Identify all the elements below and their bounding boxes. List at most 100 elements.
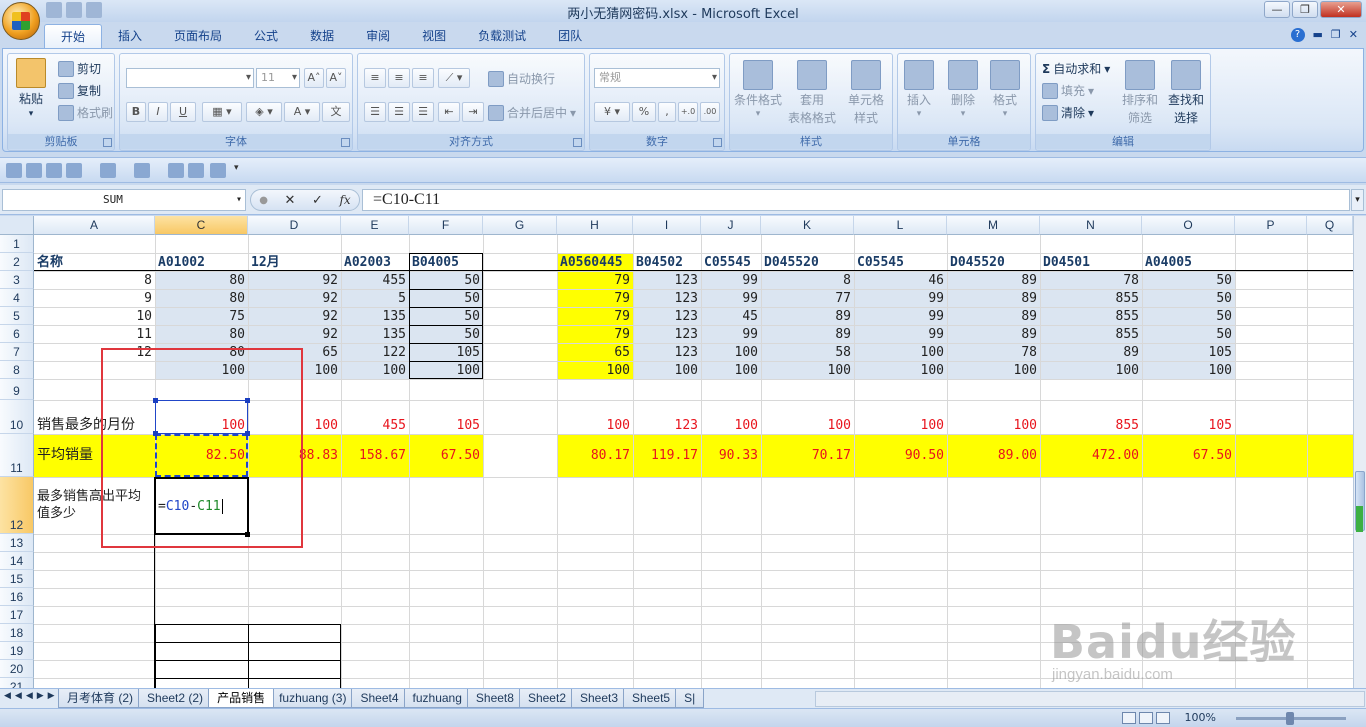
cell-n5[interactable]: 855 — [1040, 307, 1142, 325]
cell-o11[interactable]: 67.50 — [1142, 434, 1235, 477]
cell-o10[interactable]: 105 — [1142, 400, 1235, 434]
font-size-combo[interactable]: 11 — [256, 68, 300, 88]
cell-n4[interactable]: 855 — [1040, 289, 1142, 307]
decrease-decimal-button[interactable]: .00 — [700, 102, 720, 122]
cell-j8[interactable]: 100 — [701, 361, 761, 379]
form-icon[interactable] — [134, 163, 150, 178]
cell-o7[interactable]: 105 — [1142, 343, 1235, 361]
open-icon[interactable] — [26, 163, 42, 178]
cell-h10[interactable]: 100 — [557, 400, 633, 434]
cell-k2[interactable]: D045520 — [761, 253, 854, 271]
cell-j7[interactable]: 100 — [701, 343, 761, 361]
cell-d3[interactable]: 92 — [248, 271, 341, 289]
ribbon-restore-icon[interactable]: ❐ — [1331, 28, 1341, 42]
col-header-i[interactable]: I — [633, 216, 701, 235]
cell-e10[interactable]: 455 — [341, 400, 409, 434]
row-header-1[interactable]: 1 — [0, 235, 34, 253]
cell-k8[interactable]: 100 — [761, 361, 854, 379]
cell-j11[interactable]: 90.33 — [701, 434, 761, 477]
tools-icon[interactable] — [188, 163, 204, 178]
cell-j2[interactable]: C05545 — [701, 253, 761, 271]
cell-f7[interactable]: 105 — [409, 343, 483, 361]
conditional-format-button[interactable]: 条件格式 ▾ — [734, 60, 782, 119]
col-header-n[interactable]: N — [1040, 216, 1142, 235]
cell-m3[interactable]: 89 — [947, 271, 1040, 289]
cell-f4[interactable]: 50 — [409, 289, 483, 307]
cell-a3[interactable]: 8 — [34, 271, 155, 289]
row-header-14[interactable]: 14 — [0, 552, 34, 570]
cell-h5[interactable]: 79 — [557, 307, 633, 325]
cell-i7[interactable]: 123 — [633, 343, 701, 361]
font-color-button[interactable]: A ▾ — [284, 102, 320, 122]
tab-load-test[interactable]: 负载测试 — [462, 24, 542, 48]
sheet-tab[interactable]: Sheet5 — [623, 689, 680, 708]
cell-k6[interactable]: 89 — [761, 325, 854, 343]
sort-filter-button[interactable]: 排序和 筛选 — [1122, 60, 1158, 126]
cell-h3[interactable]: 79 — [557, 271, 633, 289]
number-launcher-icon[interactable] — [713, 138, 722, 147]
cell-d2[interactable]: 12月 — [248, 253, 341, 271]
cell-e4[interactable]: 5 — [341, 289, 409, 307]
row-header-6[interactable]: 6 — [0, 325, 34, 343]
tab-formulas[interactable]: 公式 — [238, 24, 294, 48]
cell-l4[interactable]: 99 — [854, 289, 947, 307]
comma-button[interactable]: , — [658, 102, 676, 122]
paste-button[interactable]: 粘贴 ▾ — [16, 58, 46, 119]
cell-o2[interactable]: A04005 — [1142, 253, 1235, 271]
cell-o3[interactable]: 50 — [1142, 271, 1235, 289]
shrink-font-button[interactable]: A˅ — [326, 68, 346, 88]
cell-o5[interactable]: 50 — [1142, 307, 1235, 325]
cell-f3[interactable]: 50 — [409, 271, 483, 289]
align-right-button[interactable]: ☰ — [412, 102, 434, 122]
cell-l3[interactable]: 46 — [854, 271, 947, 289]
cell-h6[interactable]: 79 — [557, 325, 633, 343]
format-as-table-button[interactable]: 套用 表格格式 — [788, 60, 836, 126]
cell-k11[interactable]: 70.17 — [761, 434, 854, 477]
cell-i11[interactable]: 119.17 — [633, 434, 701, 477]
clear-button[interactable]: 清除 ▾ — [1042, 104, 1094, 121]
row-header-7[interactable]: 7 — [0, 343, 34, 361]
tab-insert[interactable]: 插入 — [102, 24, 158, 48]
cell-m5[interactable]: 89 — [947, 307, 1040, 325]
font-launcher-icon[interactable] — [341, 138, 350, 147]
row-header-20[interactable]: 20 — [0, 660, 34, 678]
sheet-tab[interactable]: Sheet2 — [518, 689, 575, 708]
minimize-button[interactable]: — — [1264, 1, 1290, 18]
cell-h11[interactable]: 80.17 — [557, 434, 633, 477]
cell-l2[interactable]: C05545 — [854, 253, 947, 271]
phonetic-button[interactable]: 文 — [322, 102, 350, 122]
italic-button[interactable]: I — [148, 102, 168, 122]
formula-input[interactable]: =C10-C11 — [362, 189, 1350, 211]
wrap-text-button[interactable]: 自动换行 — [488, 70, 555, 87]
grow-font-button[interactable]: A˄ — [304, 68, 324, 88]
border-button[interactable]: ▦ ▾ — [202, 102, 242, 122]
cell-l11[interactable]: 90.50 — [854, 434, 947, 477]
find-select-button[interactable]: 查找和 选择 — [1168, 60, 1204, 126]
cell-n8[interactable]: 100 — [1040, 361, 1142, 379]
cell-h8[interactable]: 100 — [557, 361, 633, 379]
cell-c3[interactable]: 80 — [155, 271, 248, 289]
insert-function-icon[interactable] — [168, 163, 184, 178]
cell-a5[interactable]: 10 — [34, 307, 155, 325]
help-icon[interactable]: ? — [1290, 28, 1305, 42]
cell-c5[interactable]: 75 — [155, 307, 248, 325]
cell-k5[interactable]: 89 — [761, 307, 854, 325]
tab-team[interactable]: 团队 — [542, 24, 598, 48]
cell-e6[interactable]: 135 — [341, 325, 409, 343]
cell-o6[interactable]: 50 — [1142, 325, 1235, 343]
sheet-tab[interactable]: Sheet8 — [466, 689, 523, 708]
customize-dropdown-icon[interactable]: ▾ — [234, 163, 242, 178]
align-left-button[interactable]: ☰ — [364, 102, 386, 122]
col-header-h[interactable]: H — [557, 216, 633, 235]
cell-f6[interactable]: 50 — [409, 325, 483, 343]
col-header-f[interactable]: F — [409, 216, 483, 235]
delete-cells-button[interactable]: 删除 ▾ — [948, 60, 978, 119]
insert-cells-button[interactable]: 插入 ▾ — [904, 60, 934, 119]
row-header-18[interactable]: 18 — [0, 624, 34, 642]
enter-icon[interactable]: ✓ — [312, 193, 323, 208]
align-middle-button[interactable]: ≡ — [388, 68, 410, 88]
col-header-g[interactable]: G — [483, 216, 557, 235]
fill-button[interactable]: 填充 ▾ — [1042, 82, 1094, 99]
cell-n2[interactable]: D04501 — [1040, 253, 1142, 271]
cell-i2[interactable]: B04502 — [633, 253, 701, 271]
